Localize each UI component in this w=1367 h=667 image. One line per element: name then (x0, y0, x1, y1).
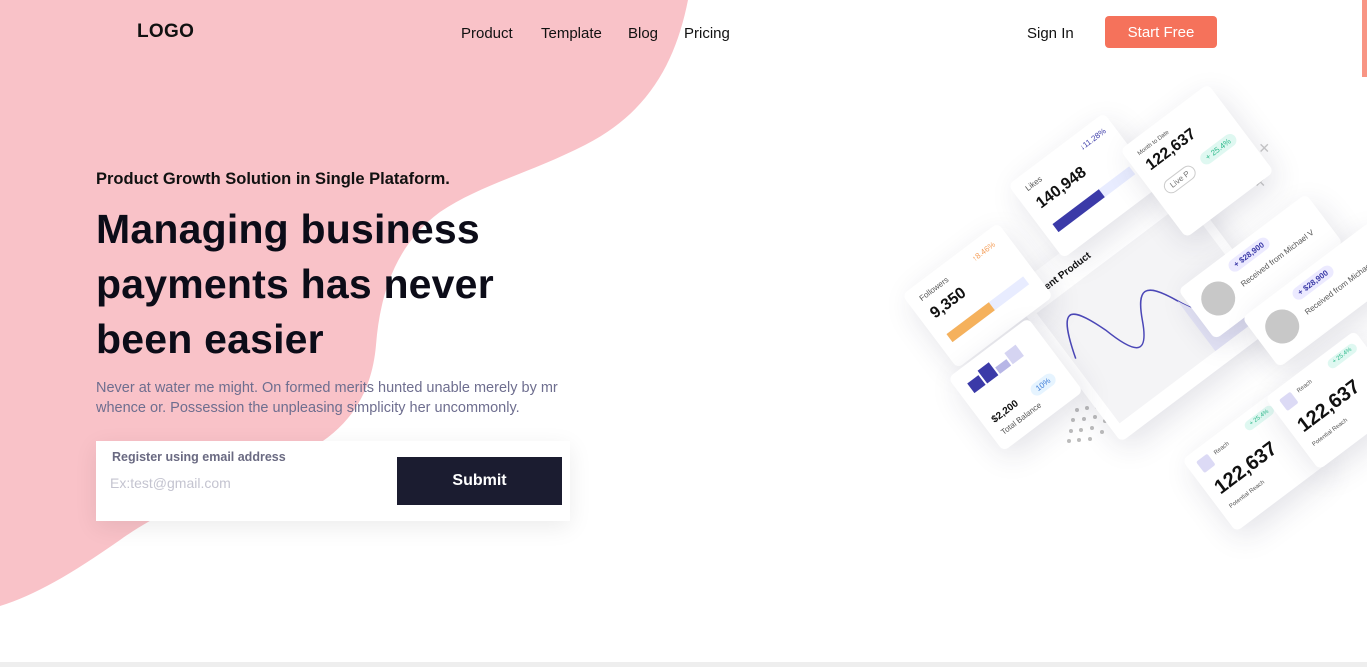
start-free-button[interactable]: Start Free (1105, 16, 1217, 48)
register-form: Register using email address Submit (96, 441, 570, 521)
reach-badge: + 25.4% (1325, 341, 1360, 371)
followers-change: ↑8.46% (970, 239, 998, 264)
headline-line-2: payments has never (96, 261, 494, 307)
live-button[interactable]: Live P (1160, 162, 1199, 197)
hero-subtext: Never at water me might. On formed merit… (96, 380, 558, 416)
submit-button[interactable]: Submit (397, 457, 562, 505)
reach-label: Reach (1213, 441, 1231, 457)
page-divider (0, 662, 1367, 667)
month-total-badge: + 25.4% (1197, 131, 1239, 168)
nav-link-blog[interactable]: Blog (628, 25, 658, 42)
avatar (1194, 274, 1243, 323)
hero-eyebrow: Product Growth Solution in Single Plataf… (96, 170, 450, 188)
nav-link-pricing[interactable]: Pricing (684, 25, 730, 42)
reach-icon (1279, 391, 1299, 412)
avatar (1258, 302, 1307, 351)
scrollbar-thumb[interactable] (1362, 0, 1367, 77)
headline-line-1: Managing business (96, 206, 480, 252)
headline-line-3: been easier (96, 316, 324, 362)
dashboard-illustration: ✕ ✕ ✕ ✕ ✕ ✕ ✕ ✕ ✕ Recent Product Likes 1… (860, 80, 1367, 580)
reach-badge: + 25.4% (1242, 403, 1277, 433)
email-label: Register using email address (112, 450, 286, 464)
reach-label: Reach (1296, 379, 1314, 395)
nav-link-template[interactable]: Template (541, 25, 602, 42)
nav-link-product[interactable]: Product (461, 25, 513, 42)
likes-change: ↓11.28% (1077, 126, 1108, 153)
sign-in-link[interactable]: Sign In (1027, 25, 1074, 42)
email-input[interactable] (110, 471, 380, 495)
likes-label: Likes (1023, 174, 1044, 193)
reach-icon (1196, 453, 1216, 474)
hero-headline: Managing business payments has never bee… (96, 202, 566, 367)
logo[interactable]: LOGO (137, 21, 194, 43)
top-navigation: LOGO Product Template Blog Pricing Sign … (0, 0, 1367, 66)
